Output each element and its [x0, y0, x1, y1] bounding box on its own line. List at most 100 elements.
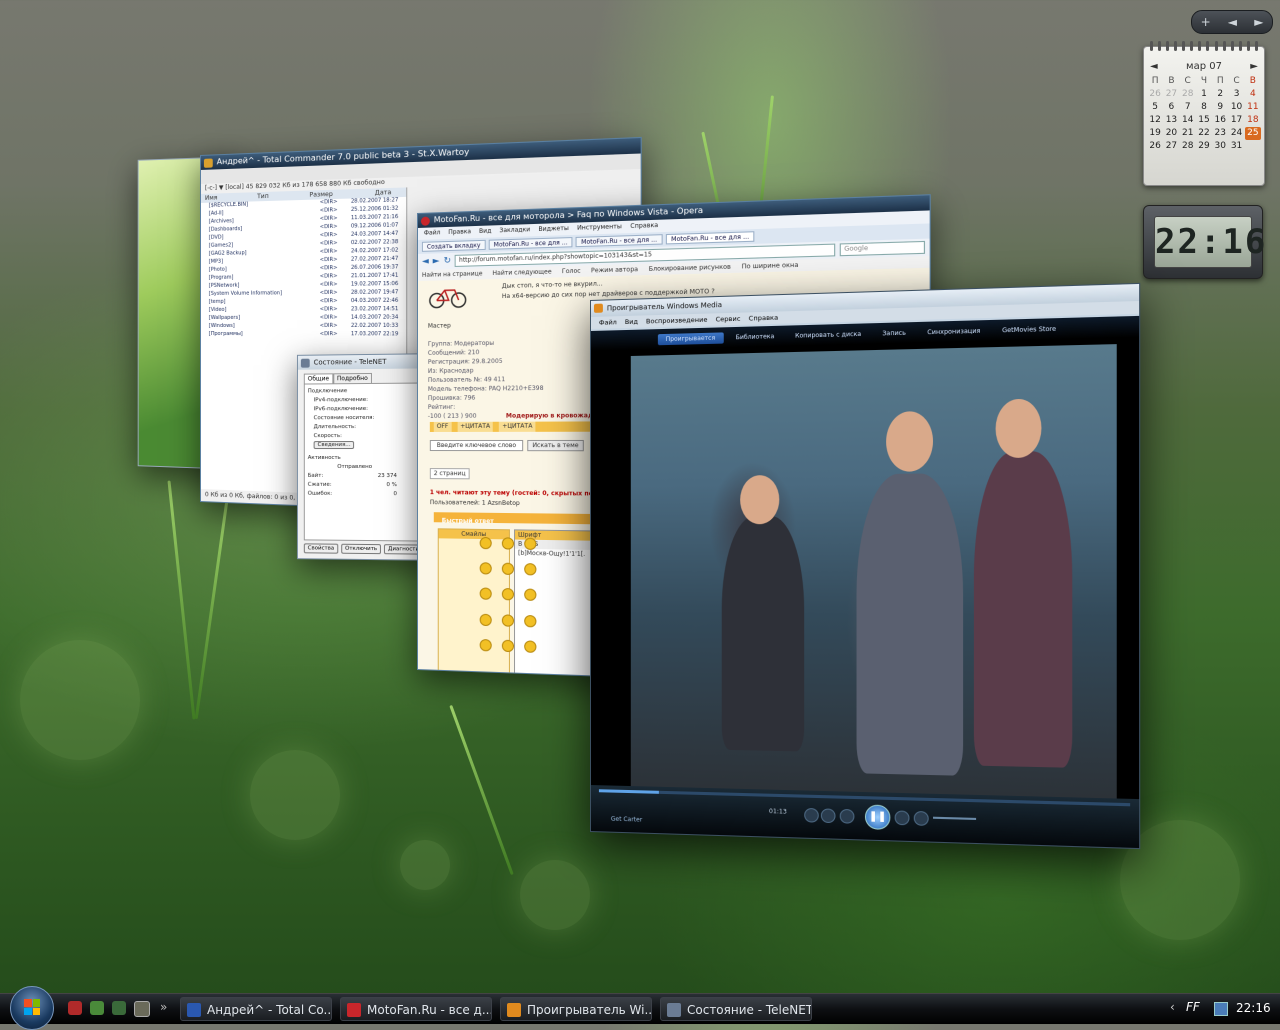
telenet-tab-details[interactable]: Подробно: [332, 372, 372, 384]
calendar-day[interactable]: 22: [1196, 127, 1212, 140]
calendar-day[interactable]: 16: [1212, 114, 1228, 127]
smiley-icon[interactable]: [524, 614, 537, 628]
wmp-tab-sync[interactable]: Синхронизация: [919, 325, 989, 338]
calendar-day[interactable]: 8: [1196, 101, 1212, 114]
next-icon[interactable]: [894, 810, 910, 826]
calendar-day[interactable]: 21: [1180, 127, 1196, 140]
calendar-day[interactable]: 29: [1196, 140, 1212, 153]
calendar-day[interactable]: 2: [1212, 88, 1228, 101]
calendar-day[interactable]: 14: [1180, 114, 1196, 127]
wmp-menu-view[interactable]: Вид: [625, 316, 638, 328]
opera-menu-widgets[interactable]: Виджеты: [538, 223, 568, 236]
shuffle-icon[interactable]: [804, 807, 819, 823]
wmp-tab-store[interactable]: GetMovies Store: [993, 323, 1065, 336]
calendar-gadget[interactable]: ◄ мар 07 ► П В С Ч П С В 26 27 28 1 2 3 4 5 6 7 8 9 10 11 12 1…: [1143, 41, 1265, 186]
calendar-day[interactable]: 10: [1228, 101, 1244, 114]
calendar-day[interactable]: 6: [1163, 101, 1179, 114]
calendar-day[interactable]: 27: [1163, 88, 1179, 101]
telenet-disconnect-button[interactable]: Отключить: [341, 543, 382, 555]
calendar-day[interactable]: 26: [1147, 140, 1163, 153]
show-desktop-icon[interactable]: [134, 1001, 150, 1017]
wmp-tab-library[interactable]: Библиотека: [727, 330, 782, 343]
repeat-icon[interactable]: [820, 808, 836, 824]
tc-file-row[interactable]: [Wallpapers] <DIR> 14.03.2007 20:34: [201, 314, 406, 323]
quicklaunch-chevron-icon[interactable]: »: [160, 1000, 167, 1014]
calendar-day[interactable]: 26: [1147, 88, 1163, 101]
smiley-icon[interactable]: [501, 588, 515, 601]
wmp-tab-now-playing[interactable]: Проигрывается: [657, 331, 724, 345]
calendar-day[interactable]: [1245, 140, 1261, 153]
network-tray-icon[interactable]: [1214, 1002, 1228, 1016]
smiley-icon[interactable]: [501, 562, 515, 576]
calendar-day[interactable]: 28: [1180, 140, 1196, 153]
taskbar-button[interactable]: Андрей^ - Total Co...: [180, 997, 332, 1021]
calendar-day[interactable]: 20: [1163, 127, 1179, 140]
opera-menu-help[interactable]: Справка: [630, 220, 658, 233]
calendar-day[interactable]: 17: [1228, 114, 1244, 127]
tc-file-row[interactable]: [Windows] <DIR> 22.02.2007 10:33: [201, 323, 406, 331]
media-player-window[interactable]: Проигрыватель Windows Media Файл Вид Вос…: [590, 282, 1141, 850]
smiley-icon[interactable]: [479, 536, 492, 550]
sidebar-next-button[interactable]: ►: [1254, 15, 1263, 29]
post-off-button[interactable]: OFF: [433, 421, 452, 432]
tc-col-date[interactable]: Дата: [375, 188, 392, 198]
calendar-prev-icon[interactable]: ◄: [1150, 61, 1158, 72]
post-quote-button-2[interactable]: +ЦИТАТА: [499, 421, 536, 432]
wmp-tab-rip[interactable]: Копировать с диска: [787, 328, 870, 341]
smiley-icon[interactable]: [501, 613, 515, 627]
calendar-day[interactable]: 25: [1244, 127, 1261, 140]
opera-tab-3[interactable]: MotoFan.Ru - все для ...: [665, 231, 755, 245]
wmp-menu-help[interactable]: Справка: [749, 312, 779, 325]
language-indicator[interactable]: FF: [1186, 1000, 1200, 1014]
smiley-icon[interactable]: [524, 563, 537, 576]
calendar-day[interactable]: 12: [1147, 114, 1163, 127]
telenet-tab-general[interactable]: Общие: [303, 373, 333, 384]
telenet-properties-button[interactable]: Свойства: [303, 543, 339, 554]
smiley-icon[interactable]: [524, 588, 537, 602]
sidebar-prev-button[interactable]: ◄: [1228, 15, 1237, 29]
topic-search-input[interactable]: Введите ключевое слово: [429, 439, 524, 452]
calendar-day[interactable]: 23: [1212, 127, 1228, 140]
calendar-day[interactable]: 7: [1180, 101, 1196, 114]
reload-icon[interactable]: ↻: [444, 256, 452, 266]
wmp-menu-playback[interactable]: Воспроизведение: [646, 314, 707, 328]
tc-file-row[interactable]: [Программы] <DIR> 17.03.2007 22:19: [201, 331, 406, 340]
clock-gadget[interactable]: 22:16: [1143, 205, 1265, 279]
calendar-day[interactable]: 9: [1212, 101, 1228, 114]
tc-col-type[interactable]: Тип: [257, 192, 269, 201]
wmp-video-stage[interactable]: [590, 337, 1140, 800]
start-button[interactable]: [10, 986, 54, 1030]
post-quote-button[interactable]: +ЦИТАТА: [457, 421, 494, 432]
calendar-next-icon[interactable]: ►: [1250, 61, 1258, 72]
opera-menu-tools[interactable]: Инструменты: [577, 221, 622, 235]
stop-icon[interactable]: [839, 808, 855, 824]
calendar-day[interactable]: 30: [1212, 140, 1228, 153]
volume-slider[interactable]: [933, 816, 977, 820]
forward-icon[interactable]: ►: [433, 256, 440, 266]
smiley-icon[interactable]: [524, 640, 537, 653]
calendar-day[interactable]: 1: [1196, 88, 1212, 101]
opera-tab-2[interactable]: MotoFan.Ru - все для ...: [575, 234, 663, 248]
tray-chevron-icon[interactable]: ‹: [1170, 1000, 1175, 1014]
smiley-icon[interactable]: [501, 639, 515, 653]
opera-tab-1[interactable]: MotoFan.Ru - все для ...: [488, 237, 573, 250]
calendar-day[interactable]: 3: [1228, 88, 1244, 101]
smiley-icon[interactable]: [479, 562, 492, 575]
calendar-day[interactable]: 13: [1163, 114, 1179, 127]
app-quicklaunch-icon-2[interactable]: [112, 1001, 126, 1015]
opera-menu-bookmarks[interactable]: Закладки: [499, 224, 530, 237]
opera-menu-file[interactable]: Файл: [424, 227, 440, 240]
taskbar-button[interactable]: Проигрыватель Wi...: [500, 997, 652, 1021]
pause-button[interactable]: ❚❚: [864, 804, 891, 830]
calendar-day[interactable]: 5: [1147, 101, 1163, 114]
tc-file-list[interactable]: [$RECYCLE.BIN] <DIR> 28.02.2007 18:27 [Ad-l…: [201, 197, 406, 340]
video-frame[interactable]: [630, 344, 1117, 799]
wmp-menu-file[interactable]: Файл: [599, 316, 617, 329]
calendar-day[interactable]: 28: [1180, 88, 1196, 101]
smiley-icon[interactable]: [479, 587, 492, 601]
calendar-day[interactable]: 18: [1245, 114, 1261, 127]
smiley-icon[interactable]: [501, 537, 515, 550]
opera-quicklaunch-icon[interactable]: [68, 1001, 82, 1015]
calendar-day[interactable]: 4: [1245, 88, 1261, 101]
app-quicklaunch-icon[interactable]: [90, 1001, 104, 1015]
